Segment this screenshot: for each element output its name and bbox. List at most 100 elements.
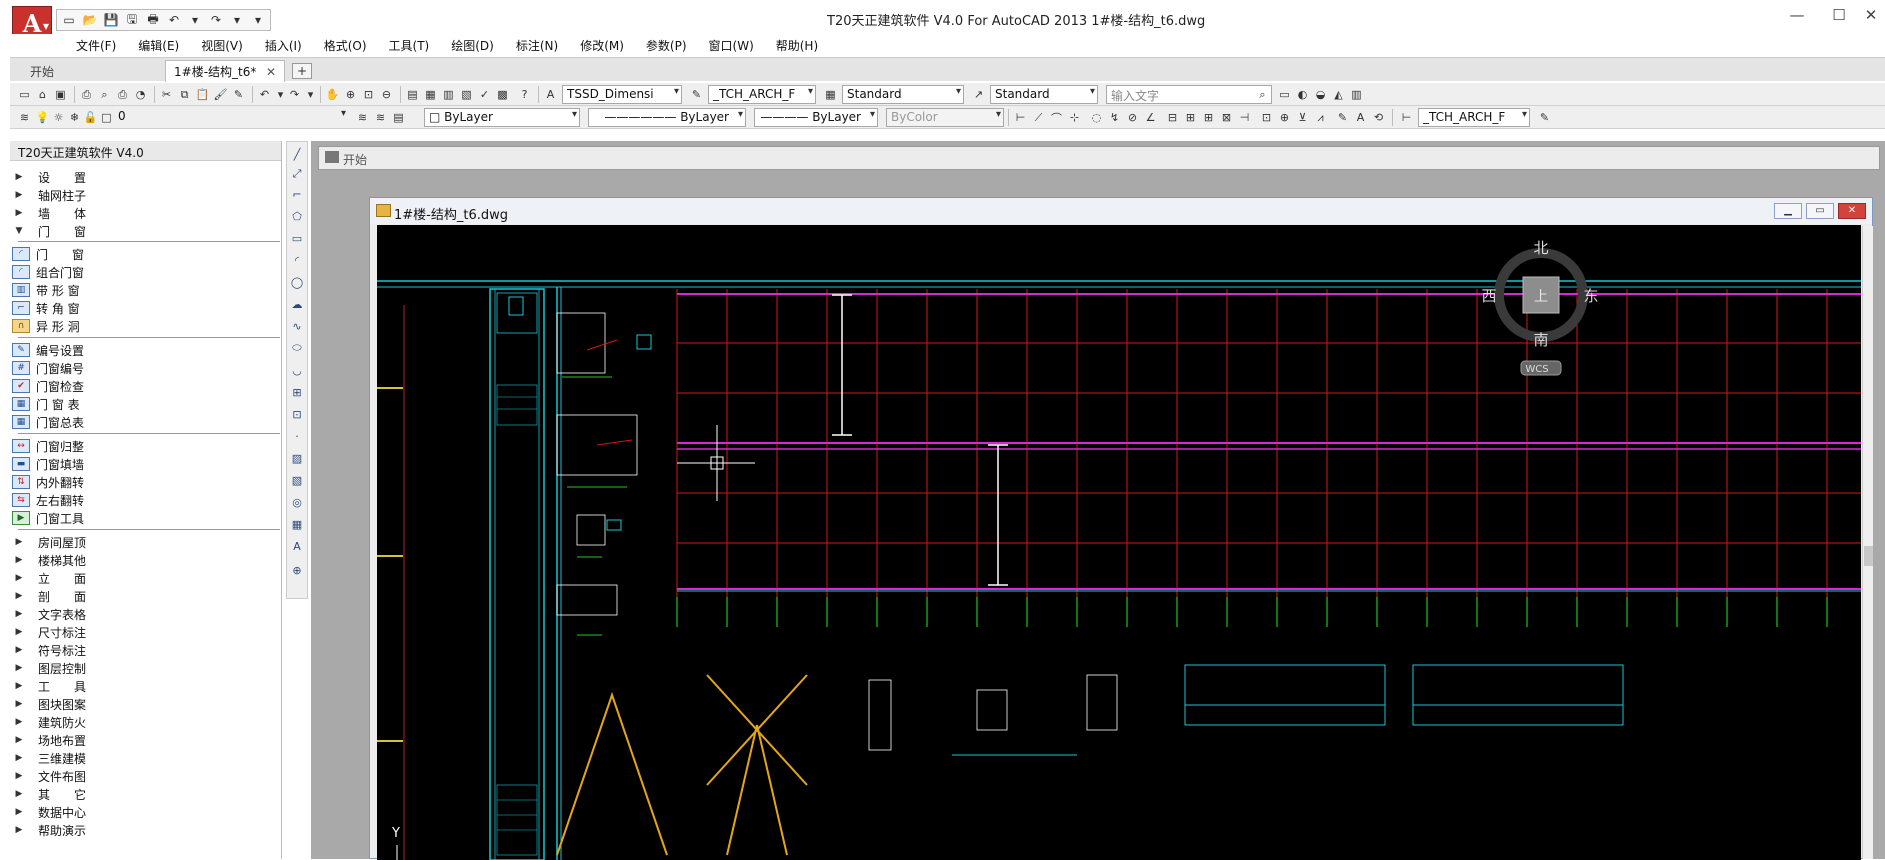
menu-window[interactable]: 窗口(W)	[698, 37, 765, 54]
save-as-icon[interactable]: 🖫	[123, 11, 141, 29]
customize-qat-icon[interactable]: ▾	[249, 11, 267, 29]
sun-icon[interactable]: ☼	[50, 109, 67, 126]
lineweight-select[interactable]: ———— ByLayer ▾	[754, 108, 878, 127]
new-icon[interactable]: ▭	[16, 86, 33, 103]
zoom-realtime-icon[interactable]: ⊕	[342, 86, 359, 103]
sidebar-subitem[interactable]: ◜ 门 窗	[10, 245, 84, 263]
save-icon[interactable]: 💾	[102, 11, 120, 29]
jogged-dim-icon[interactable]: ↯	[1106, 109, 1123, 126]
scrollbar-thumb[interactable]	[1864, 546, 1873, 566]
sidebar-subitem[interactable]: ⌐ 转 角 窗	[10, 299, 80, 317]
sidebar-item[interactable]: ▶ 尺寸标注	[10, 623, 86, 641]
hatch-icon[interactable]: ▨	[289, 450, 305, 466]
redo-icon[interactable]: ↷	[207, 11, 225, 29]
linetype-select[interactable]: —————— ByLayer ▾	[588, 108, 746, 127]
dimtedit-icon[interactable]: A	[1352, 109, 1369, 126]
viewcube[interactable]: 上 北 南 西 东 WCS	[1481, 239, 1599, 376]
menu-tools[interactable]: 工具(T)	[378, 37, 441, 54]
jogged-linear-icon[interactable]: ⩘	[1312, 109, 1329, 126]
sidebar-item[interactable]: ▶ 帮助演示	[10, 821, 86, 839]
t20-tool-2-icon[interactable]: ◐	[1294, 86, 1311, 103]
circle-icon[interactable]: ◯	[289, 274, 305, 290]
layer-select[interactable]: 0 ▾	[114, 108, 348, 127]
drawing-window-titlebar[interactable]: 1#楼-结构_t6.dwg ▁ ▭ ✕	[370, 198, 1872, 224]
continue-dim-icon[interactable]: ⊞	[1200, 109, 1217, 126]
wcs-label[interactable]: WCS	[1525, 364, 1548, 375]
paste-icon[interactable]: 📋	[194, 86, 211, 103]
match-properties-icon[interactable]: 🖌	[212, 86, 229, 103]
table-style-select[interactable]: Standard ▾	[842, 85, 964, 104]
open-icon[interactable]: ⌂	[34, 86, 51, 103]
baseline-dim-icon[interactable]: ⊞	[1182, 109, 1199, 126]
undo-icon[interactable]: ↶	[165, 11, 183, 29]
markup-icon[interactable]: ✓	[476, 86, 493, 103]
sidebar-item-axis[interactable]: ▶ 轴网柱子	[10, 186, 86, 204]
table-style-icon[interactable]: ▦	[822, 86, 839, 103]
tab-start[interactable]: 开始	[22, 60, 162, 82]
block-editor-icon[interactable]: ✎	[230, 86, 247, 103]
lock-icon[interactable]: 🔓	[82, 109, 99, 126]
sidebar-subitem[interactable]: ▦ 门 窗 表	[10, 395, 80, 413]
dim-style-select-2[interactable]: _TCH_ARCH_F ▾	[1418, 108, 1530, 127]
menu-insert[interactable]: 插入(I)	[254, 37, 313, 54]
sidebar-item[interactable]: ▶ 其 它	[10, 785, 86, 803]
menu-draw[interactable]: 绘图(D)	[440, 37, 505, 54]
tool-palettes-icon[interactable]: ▥	[440, 86, 457, 103]
menu-dimension[interactable]: 标注(N)	[505, 37, 569, 54]
sidebar-item[interactable]: ▶ 图块图案	[10, 695, 86, 713]
t20-tool-5-icon[interactable]: ▥	[1348, 86, 1365, 103]
quickcalc-icon[interactable]: ▩	[494, 86, 511, 103]
ellipse-arc-icon[interactable]: ◡	[289, 362, 305, 378]
angular-dim-icon[interactable]: ∠	[1142, 109, 1159, 126]
copy-icon[interactable]: ⧉	[176, 86, 193, 103]
sidebar-item[interactable]: ▶ 工 具	[10, 677, 86, 695]
menu-parametric[interactable]: 参数(P)	[635, 37, 698, 54]
dim-style-icon[interactable]: ✎	[688, 86, 705, 103]
aligned-dim-icon[interactable]: ⟋	[1030, 109, 1047, 126]
plot-icon[interactable]: ⎙	[78, 86, 95, 103]
inspection-icon[interactable]: ⊻	[1294, 109, 1311, 126]
new-file-icon[interactable]: ▭	[60, 11, 78, 29]
sidebar-item-doors[interactable]: ▼ 门 窗	[10, 222, 86, 240]
sidebar-subitem[interactable]: ⇅ 内外翻转	[10, 473, 84, 491]
drawing-minimize-button[interactable]: ▁	[1774, 203, 1802, 219]
menu-edit[interactable]: 编辑(E)	[127, 37, 190, 54]
menu-file[interactable]: 文件(F)	[65, 37, 127, 54]
sidebar-subitem[interactable]: ∩ 异 形 洞	[10, 317, 80, 335]
sidebar-item[interactable]: ▶ 三维建模	[10, 749, 86, 767]
freeze-icon[interactable]: ❄	[66, 109, 83, 126]
maximize-button[interactable]: ☐	[1824, 6, 1854, 24]
sidebar-subitem[interactable]: ⇆ 左右翻转	[10, 491, 84, 509]
center-mark-icon[interactable]: ⊕	[1276, 109, 1293, 126]
make-block-icon[interactable]: ⊡	[289, 406, 305, 422]
sidebar-subitem[interactable]: ↔ 门窗归整	[10, 437, 84, 455]
sidebar-item[interactable]: ▶ 房间屋顶	[10, 533, 86, 551]
radius-dim-icon[interactable]: ◌	[1088, 109, 1105, 126]
t20-tool-1-icon[interactable]: ▭	[1276, 86, 1293, 103]
add-selected-icon[interactable]: ⊕	[289, 562, 305, 578]
insert-block-icon[interactable]: ⊞	[289, 384, 305, 400]
dim-break-icon[interactable]: ⊣	[1236, 109, 1253, 126]
sidebar-subitem[interactable]: ✎ 编号设置	[10, 341, 84, 359]
redo-icon[interactable]: ↷	[286, 86, 303, 103]
polyline-icon[interactable]: ⌐	[289, 186, 305, 202]
dimedit-icon[interactable]: ✎	[1334, 109, 1351, 126]
redo-dropdown-icon[interactable]: ▾	[302, 86, 319, 103]
start-window-titlebar[interactable]: 开始	[318, 146, 1880, 170]
t20-tool-4-icon[interactable]: ◭	[1330, 86, 1347, 103]
minimize-button[interactable]: —	[1782, 6, 1812, 24]
sidebar-item[interactable]: ▶ 文字表格	[10, 605, 86, 623]
make-current-icon[interactable]: ≋	[354, 109, 371, 126]
design-center-icon[interactable]: ▦	[422, 86, 439, 103]
zoom-previous-icon[interactable]: ⊖	[378, 86, 395, 103]
multileader-style-select[interactable]: Standard ▾	[990, 85, 1098, 104]
drawing-close-button[interactable]: ✕	[1838, 203, 1866, 219]
table-icon[interactable]: ▦	[289, 516, 305, 532]
sidebar-subitem[interactable]: ✔ 门窗检查	[10, 377, 84, 395]
menu-format[interactable]: 格式(O)	[313, 37, 378, 54]
vertical-scrollbar[interactable]	[1862, 226, 1873, 859]
sidebar-item[interactable]: ▶ 立 面	[10, 569, 86, 587]
new-tab-button[interactable]: +	[292, 63, 312, 79]
arc-length-icon[interactable]: ⌒	[1048, 109, 1065, 126]
line-icon[interactable]: ╱	[289, 146, 305, 162]
